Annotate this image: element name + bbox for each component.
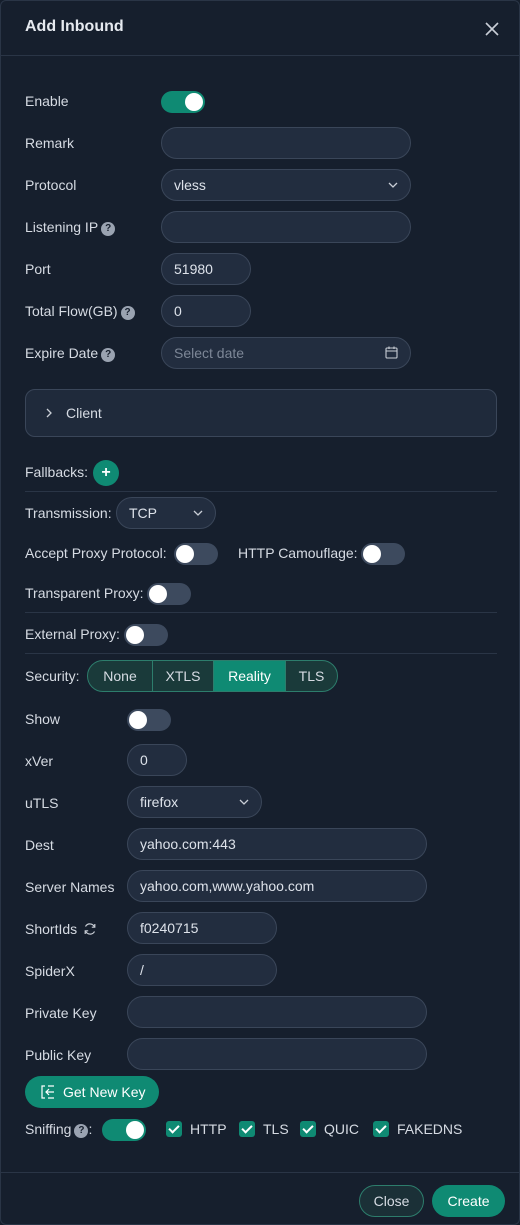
expire-date-label-text: Expire Date — [25, 345, 99, 361]
close-button[interactable]: Close — [359, 1185, 424, 1217]
dest-input[interactable]: yahoo.com:443 — [127, 828, 427, 860]
short-ids-input[interactable]: f0240715 — [127, 912, 277, 944]
external-proxy-toggle[interactable] — [124, 624, 168, 646]
show-toggle[interactable] — [127, 709, 171, 731]
divider — [25, 612, 497, 613]
transmission-select[interactable]: TCP — [116, 497, 216, 529]
security-option-none[interactable]: None — [88, 661, 153, 691]
external-proxy-label: External Proxy: — [25, 626, 120, 642]
fallbacks-label: Fallbacks: — [25, 464, 89, 480]
protocol-select[interactable]: vless — [161, 169, 411, 201]
xver-label: xVer — [25, 753, 54, 769]
expire-date-picker[interactable]: Select date — [161, 337, 411, 369]
xver-input[interactable]: 0 — [127, 744, 187, 776]
enable-label: Enable — [25, 93, 69, 109]
chevron-down-icon — [193, 510, 203, 516]
sniffing-quic-label: QUIC — [324, 1121, 359, 1137]
accept-proxy-label: Accept Proxy Protocol: — [25, 545, 167, 561]
chevron-down-icon — [388, 182, 398, 188]
security-option-tls[interactable]: TLS — [286, 661, 337, 691]
transparent-proxy-label: Transparent Proxy: — [25, 585, 144, 601]
short-ids-label: ShortIds — [25, 921, 97, 937]
utls-value: firefox — [140, 794, 179, 810]
divider — [25, 653, 497, 654]
http-camouflage-label: HTTP Camouflage: — [238, 545, 358, 561]
security-option-reality[interactable]: Reality — [214, 661, 286, 691]
sniffing-quic-checkbox[interactable] — [300, 1121, 316, 1137]
public-key-input[interactable] — [127, 1038, 427, 1070]
server-names-label: Server Names — [25, 879, 115, 895]
server-names-input[interactable]: yahoo.com,www.yahoo.com — [127, 870, 427, 902]
dest-label: Dest — [25, 837, 54, 853]
sniffing-label: Sniffing?: — [25, 1121, 92, 1138]
spiderx-label: SpiderX — [25, 963, 75, 979]
sniffing-toggle[interactable] — [102, 1119, 146, 1141]
protocol-value: vless — [174, 177, 206, 193]
create-button[interactable]: Create — [432, 1185, 505, 1217]
private-key-label: Private Key — [25, 1005, 97, 1021]
accept-proxy-toggle[interactable] — [174, 543, 218, 565]
refresh-icon[interactable] — [83, 922, 97, 936]
public-key-label: Public Key — [25, 1047, 92, 1063]
dialog-title: Add Inbound — [25, 18, 124, 35]
sniffing-tls-label: TLS — [263, 1121, 289, 1137]
sniffing-http-label: HTTP — [190, 1121, 227, 1137]
remark-input[interactable] — [161, 127, 411, 159]
sniffing-fakedns-label: FAKEDNS — [397, 1121, 463, 1137]
close-icon[interactable] — [483, 20, 501, 38]
protocol-label: Protocol — [25, 177, 77, 193]
get-new-key-label: Get New Key — [63, 1084, 146, 1100]
dialog-footer: Close Create — [1, 1172, 519, 1224]
transmission-label: Transmission: — [25, 505, 112, 521]
port-label: Port — [25, 261, 51, 277]
security-label: Security: — [25, 668, 80, 684]
listening-ip-label: Listening IP? — [25, 219, 116, 236]
spiderx-input[interactable]: / — [127, 954, 277, 986]
help-icon[interactable]: ? — [120, 306, 135, 320]
total-flow-label-text: Total Flow(GB) — [25, 303, 118, 319]
security-option-xtls[interactable]: XTLS — [153, 661, 214, 691]
sniffing-fakedns-checkbox[interactable] — [373, 1121, 389, 1137]
add-inbound-dialog: Add Inbound Enable Remark Protocol vless… — [0, 0, 520, 1225]
sniffing-http-checkbox[interactable] — [166, 1121, 182, 1137]
expire-date-label: Expire Date? — [25, 345, 116, 362]
listening-ip-label-text: Listening IP — [25, 219, 99, 235]
help-icon[interactable]: ? — [101, 348, 116, 362]
http-camouflage-toggle[interactable] — [361, 543, 405, 565]
client-collapse[interactable]: Client — [25, 389, 497, 437]
port-input[interactable]: 51980 — [161, 253, 251, 285]
help-icon[interactable]: ? — [74, 1124, 89, 1138]
utls-select[interactable]: firefox — [127, 786, 262, 818]
security-segmented-control: None XTLS Reality TLS — [87, 660, 338, 692]
transmission-value: TCP — [129, 505, 157, 521]
client-label: Client — [66, 405, 102, 421]
utls-label: uTLS — [25, 795, 59, 811]
sniffing-tls-checkbox[interactable] — [239, 1121, 255, 1137]
chevron-down-icon — [239, 799, 249, 805]
divider — [25, 491, 497, 492]
total-flow-label: Total Flow(GB)? — [25, 303, 135, 320]
listening-ip-input[interactable] — [161, 211, 411, 243]
total-flow-input[interactable]: 0 — [161, 295, 251, 327]
remark-label: Remark — [25, 135, 75, 151]
short-ids-label-text: ShortIds — [25, 921, 78, 937]
help-icon[interactable]: ? — [101, 222, 116, 236]
show-label: Show — [25, 711, 61, 727]
get-new-key-button[interactable]: Get New Key — [25, 1076, 159, 1108]
add-fallback-button[interactable]: + — [93, 460, 119, 486]
import-icon — [41, 1085, 54, 1099]
sniffing-colon: : — [88, 1121, 93, 1137]
private-key-input[interactable] — [127, 996, 427, 1028]
dialog-header: Add Inbound — [1, 1, 519, 56]
expire-date-placeholder: Select date — [174, 345, 245, 361]
chevron-right-icon — [46, 408, 52, 418]
transparent-proxy-toggle[interactable] — [147, 583, 191, 605]
calendar-icon — [385, 346, 398, 359]
sniffing-label-text: Sniffing — [25, 1121, 72, 1137]
enable-toggle[interactable] — [161, 91, 205, 113]
